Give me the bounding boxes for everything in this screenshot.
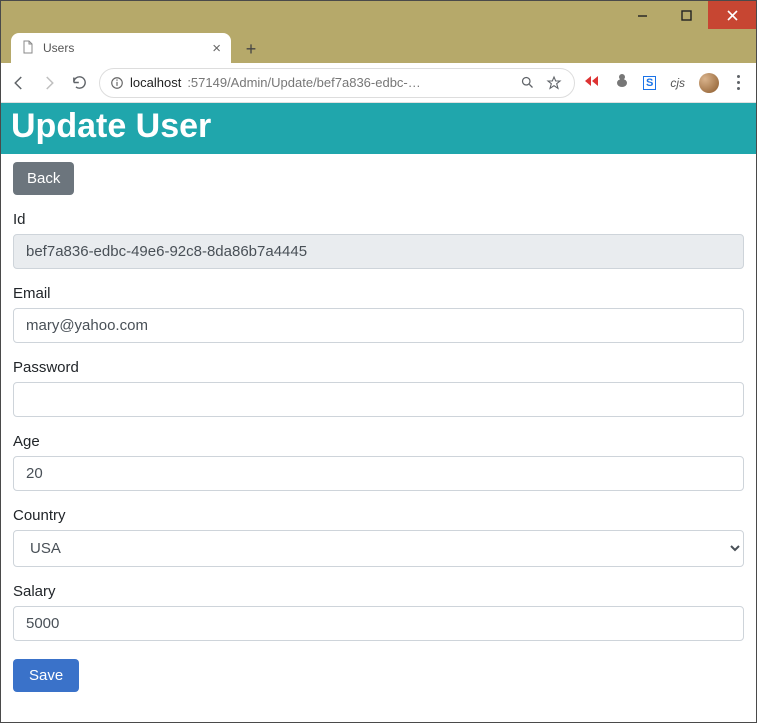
field-password: Password <box>13 359 744 417</box>
back-button[interactable]: Back <box>13 162 74 195</box>
id-input <box>13 234 744 269</box>
extension-icon[interactable] <box>585 74 601 92</box>
window-maximize-button[interactable] <box>664 1 708 29</box>
salary-label: Salary <box>13 583 744 600</box>
email-label: Email <box>13 285 744 302</box>
browser-tab[interactable]: Users × <box>11 33 231 63</box>
tab-title: Users <box>43 41 74 55</box>
save-button[interactable]: Save <box>13 659 79 692</box>
url-path: :57149/Admin/Update/bef7a836-edbc-… <box>187 75 512 90</box>
nav-reload-button[interactable] <box>69 73 89 93</box>
site-info-icon[interactable] <box>110 76 124 90</box>
page-viewport: Update User Back Id Email Password Age C… <box>1 103 756 722</box>
field-salary: Salary <box>13 583 744 641</box>
password-input[interactable] <box>13 382 744 417</box>
extension-icon[interactable]: S <box>643 76 656 90</box>
field-country: Country USA <box>13 507 744 567</box>
browser-toolbar: localhost :57149/Admin/Update/bef7a836-ed… <box>1 63 756 103</box>
salary-input[interactable] <box>13 606 744 641</box>
address-bar[interactable]: localhost :57149/Admin/Update/bef7a836-ed… <box>99 68 575 98</box>
nav-forward-button[interactable] <box>39 73 59 93</box>
browser-menu-button[interactable] <box>733 75 744 90</box>
tab-close-button[interactable]: × <box>212 41 221 56</box>
field-age: Age <box>13 433 744 491</box>
url-host: localhost <box>130 75 181 90</box>
browser-window: Users × + localhost :57149/Admin/Update/b… <box>0 0 757 723</box>
new-tab-button[interactable]: + <box>237 35 265 63</box>
id-label: Id <box>13 211 744 228</box>
age-label: Age <box>13 433 744 450</box>
page-title: Update User <box>1 103 756 154</box>
browser-tabbar: Users × + <box>1 29 756 63</box>
bookmark-star-icon[interactable] <box>544 73 564 93</box>
page-icon <box>21 40 35 57</box>
zoom-icon[interactable] <box>518 73 538 93</box>
extension-cjs[interactable]: cjs <box>670 76 685 90</box>
window-titlebar <box>1 1 756 29</box>
field-id: Id <box>13 211 744 269</box>
nav-back-button[interactable] <box>9 73 29 93</box>
password-label: Password <box>13 359 744 376</box>
field-email: Email <box>13 285 744 343</box>
profile-avatar[interactable] <box>699 73 719 93</box>
window-close-button[interactable] <box>708 1 756 29</box>
country-select[interactable]: USA <box>13 530 744 567</box>
extension-icon[interactable] <box>615 72 629 93</box>
window-minimize-button[interactable] <box>620 1 664 29</box>
country-label: Country <box>13 507 744 524</box>
age-input[interactable] <box>13 456 744 491</box>
page-content: Back Id Email Password Age Country US <box>1 154 756 708</box>
email-input[interactable] <box>13 308 744 343</box>
extensions-row: S cjs <box>585 72 748 93</box>
